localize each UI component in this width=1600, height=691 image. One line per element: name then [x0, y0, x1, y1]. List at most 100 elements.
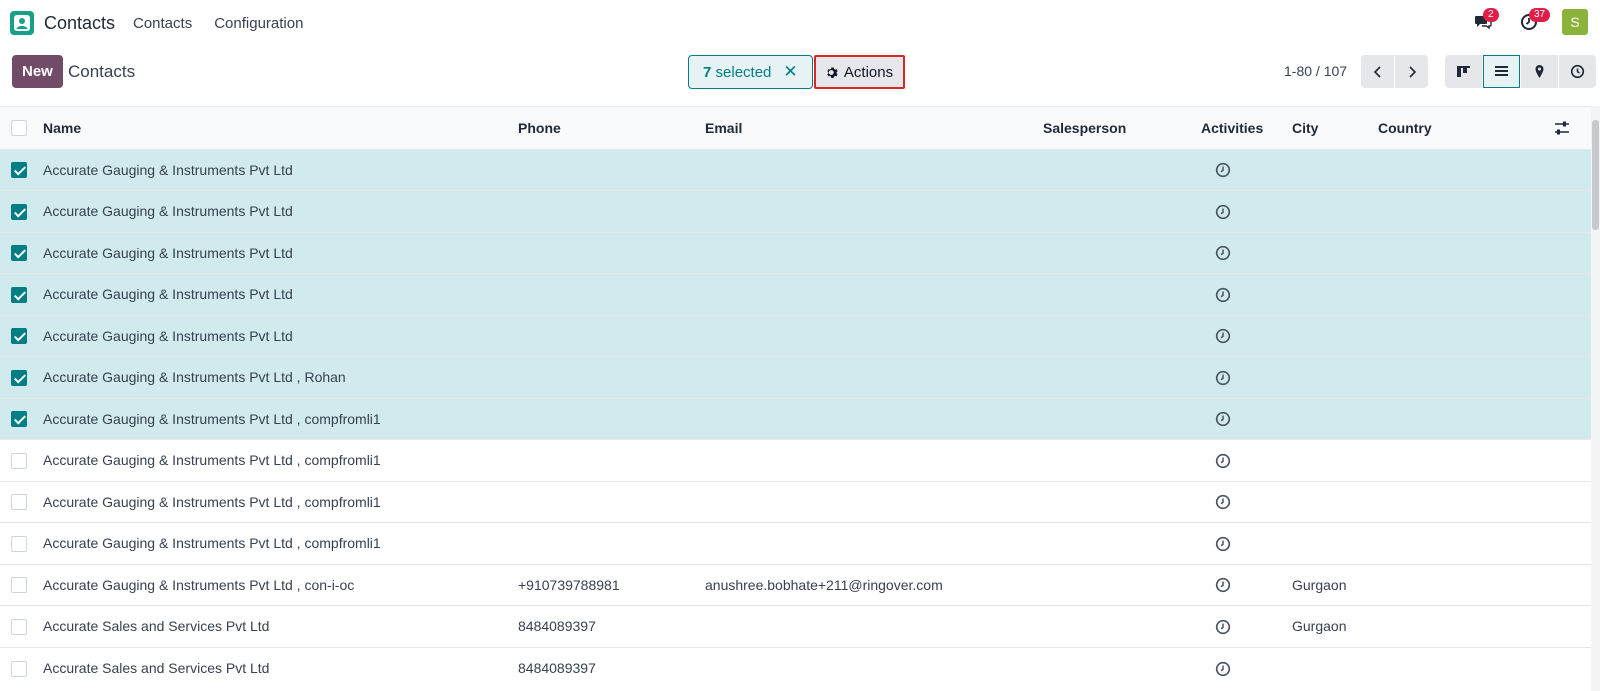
- cell-phone[interactable]: [518, 315, 705, 357]
- activity-clock-icon[interactable]: [1215, 619, 1231, 635]
- cell-city[interactable]: [1292, 191, 1378, 233]
- cell-salesperson[interactable]: [1043, 232, 1201, 274]
- cell-activities[interactable]: [1201, 523, 1292, 565]
- activity-clock-icon[interactable]: [1215, 536, 1231, 552]
- row-checkbox[interactable]: [11, 369, 27, 386]
- cell-city[interactable]: [1292, 232, 1378, 274]
- cell-country[interactable]: [1378, 232, 1529, 274]
- cell-city[interactable]: Gurgaon: [1292, 564, 1378, 606]
- cell-phone[interactable]: 8484089397: [518, 647, 705, 689]
- cell-name[interactable]: Accurate Gauging & Instruments Pvt Ltd: [43, 191, 518, 233]
- cell-country[interactable]: [1378, 481, 1529, 523]
- cell-city[interactable]: [1292, 315, 1378, 357]
- cell-city[interactable]: [1292, 440, 1378, 482]
- cell-phone[interactable]: [518, 398, 705, 440]
- cell-name[interactable]: Accurate Gauging & Instruments Pvt Ltd: [43, 232, 518, 274]
- table-row[interactable]: Accurate Sales and Services Pvt Ltd 84840…: [0, 605, 1591, 648]
- map-view-button[interactable]: [1521, 55, 1558, 88]
- cell-phone[interactable]: [518, 440, 705, 482]
- column-header-activities[interactable]: Activities: [1201, 107, 1292, 149]
- unselect-all-icon[interactable]: ✕: [783, 62, 797, 82]
- cell-email[interactable]: [705, 274, 1043, 316]
- cell-country[interactable]: [1378, 647, 1529, 689]
- pager-value[interactable]: 1-80 / 107: [1284, 63, 1347, 79]
- pager-previous-button[interactable]: [1361, 55, 1394, 88]
- cell-phone[interactable]: [518, 357, 705, 399]
- cell-email[interactable]: [705, 440, 1043, 482]
- cell-country[interactable]: [1378, 149, 1529, 191]
- cell-country[interactable]: [1378, 357, 1529, 399]
- activity-view-button[interactable]: [1559, 55, 1596, 88]
- cell-salesperson[interactable]: [1043, 606, 1201, 648]
- activity-clock-icon[interactable]: [1215, 287, 1231, 303]
- scrollbar[interactable]: [1591, 106, 1600, 691]
- column-header-email[interactable]: Email: [705, 107, 1043, 149]
- row-checkbox[interactable]: [11, 577, 27, 594]
- cell-country[interactable]: [1378, 606, 1529, 648]
- menu-item-contacts[interactable]: Contacts: [133, 15, 192, 32]
- column-header-city[interactable]: City: [1292, 107, 1378, 149]
- activity-clock-icon[interactable]: [1215, 204, 1231, 220]
- cell-activities[interactable]: [1201, 398, 1292, 440]
- cell-activities[interactable]: [1201, 564, 1292, 606]
- row-checkbox[interactable]: [11, 411, 27, 428]
- table-row[interactable]: Accurate Gauging & Instruments Pvt Ltd ,…: [0, 356, 1591, 399]
- cell-country[interactable]: [1378, 274, 1529, 316]
- cell-name[interactable]: Accurate Gauging & Instruments Pvt Ltd ,…: [43, 398, 518, 440]
- cell-activities[interactable]: [1201, 606, 1292, 648]
- cell-email[interactable]: anushree.bobhate+211@ringover.com: [705, 564, 1043, 606]
- cell-phone[interactable]: +910739788981: [518, 564, 705, 606]
- cell-country[interactable]: [1378, 440, 1529, 482]
- cell-email[interactable]: [705, 647, 1043, 689]
- cell-activities[interactable]: [1201, 274, 1292, 316]
- row-checkbox[interactable]: [11, 618, 27, 635]
- table-row[interactable]: Accurate Gauging & Instruments Pvt Ltd ,…: [0, 398, 1591, 440]
- kanban-view-button[interactable]: [1445, 55, 1482, 88]
- row-checkbox[interactable]: [11, 203, 27, 220]
- cell-phone[interactable]: [518, 523, 705, 565]
- cell-email[interactable]: [705, 481, 1043, 523]
- cell-salesperson[interactable]: [1043, 440, 1201, 482]
- table-row[interactable]: Accurate Gauging & Instruments Pvt Ltd: [0, 149, 1591, 191]
- user-avatar[interactable]: S: [1562, 9, 1588, 35]
- cell-phone[interactable]: [518, 232, 705, 274]
- cell-activities[interactable]: [1201, 357, 1292, 399]
- cell-activities[interactable]: [1201, 481, 1292, 523]
- column-header-salesperson[interactable]: Salesperson: [1043, 107, 1201, 149]
- cell-phone[interactable]: [518, 481, 705, 523]
- cell-salesperson[interactable]: [1043, 149, 1201, 191]
- select-all-checkbox[interactable]: [11, 120, 27, 137]
- cell-phone[interactable]: [518, 191, 705, 233]
- cell-salesperson[interactable]: [1043, 357, 1201, 399]
- list-view-button[interactable]: [1483, 55, 1520, 88]
- cell-activities[interactable]: [1201, 440, 1292, 482]
- cell-name[interactable]: Accurate Sales and Services Pvt Ltd: [43, 647, 518, 689]
- table-row[interactable]: Accurate Gauging & Instruments Pvt Ltd: [0, 232, 1591, 274]
- activity-clock-icon[interactable]: [1215, 162, 1231, 178]
- cell-salesperson[interactable]: [1043, 315, 1201, 357]
- pager-next-button[interactable]: [1395, 55, 1428, 88]
- cell-activities[interactable]: [1201, 191, 1292, 233]
- cell-name[interactable]: Accurate Gauging & Instruments Pvt Ltd: [43, 274, 518, 316]
- cell-email[interactable]: [705, 523, 1043, 565]
- cell-city[interactable]: [1292, 149, 1378, 191]
- cell-city[interactable]: [1292, 523, 1378, 565]
- cell-email[interactable]: [705, 232, 1043, 274]
- cell-activities[interactable]: [1201, 149, 1292, 191]
- actions-button[interactable]: Actions: [814, 55, 905, 89]
- cell-email[interactable]: [705, 191, 1043, 233]
- cell-email[interactable]: [705, 357, 1043, 399]
- cell-email[interactable]: [705, 149, 1043, 191]
- cell-salesperson[interactable]: [1043, 647, 1201, 689]
- cell-phone[interactable]: 8484089397: [518, 606, 705, 648]
- row-checkbox[interactable]: [11, 245, 27, 262]
- cell-salesperson[interactable]: [1043, 398, 1201, 440]
- cell-city[interactable]: Gurgaon: [1292, 606, 1378, 648]
- table-row[interactable]: Accurate Sales and Services Pvt Ltd 84840…: [0, 647, 1591, 689]
- cell-activities[interactable]: [1201, 315, 1292, 357]
- cell-salesperson[interactable]: [1043, 564, 1201, 606]
- cell-name[interactable]: Accurate Gauging & Instruments Pvt Ltd: [43, 149, 518, 191]
- menu-item-configuration[interactable]: Configuration: [214, 15, 303, 32]
- cell-city[interactable]: [1292, 398, 1378, 440]
- table-row[interactable]: Accurate Gauging & Instruments Pvt Ltd ,…: [0, 564, 1591, 606]
